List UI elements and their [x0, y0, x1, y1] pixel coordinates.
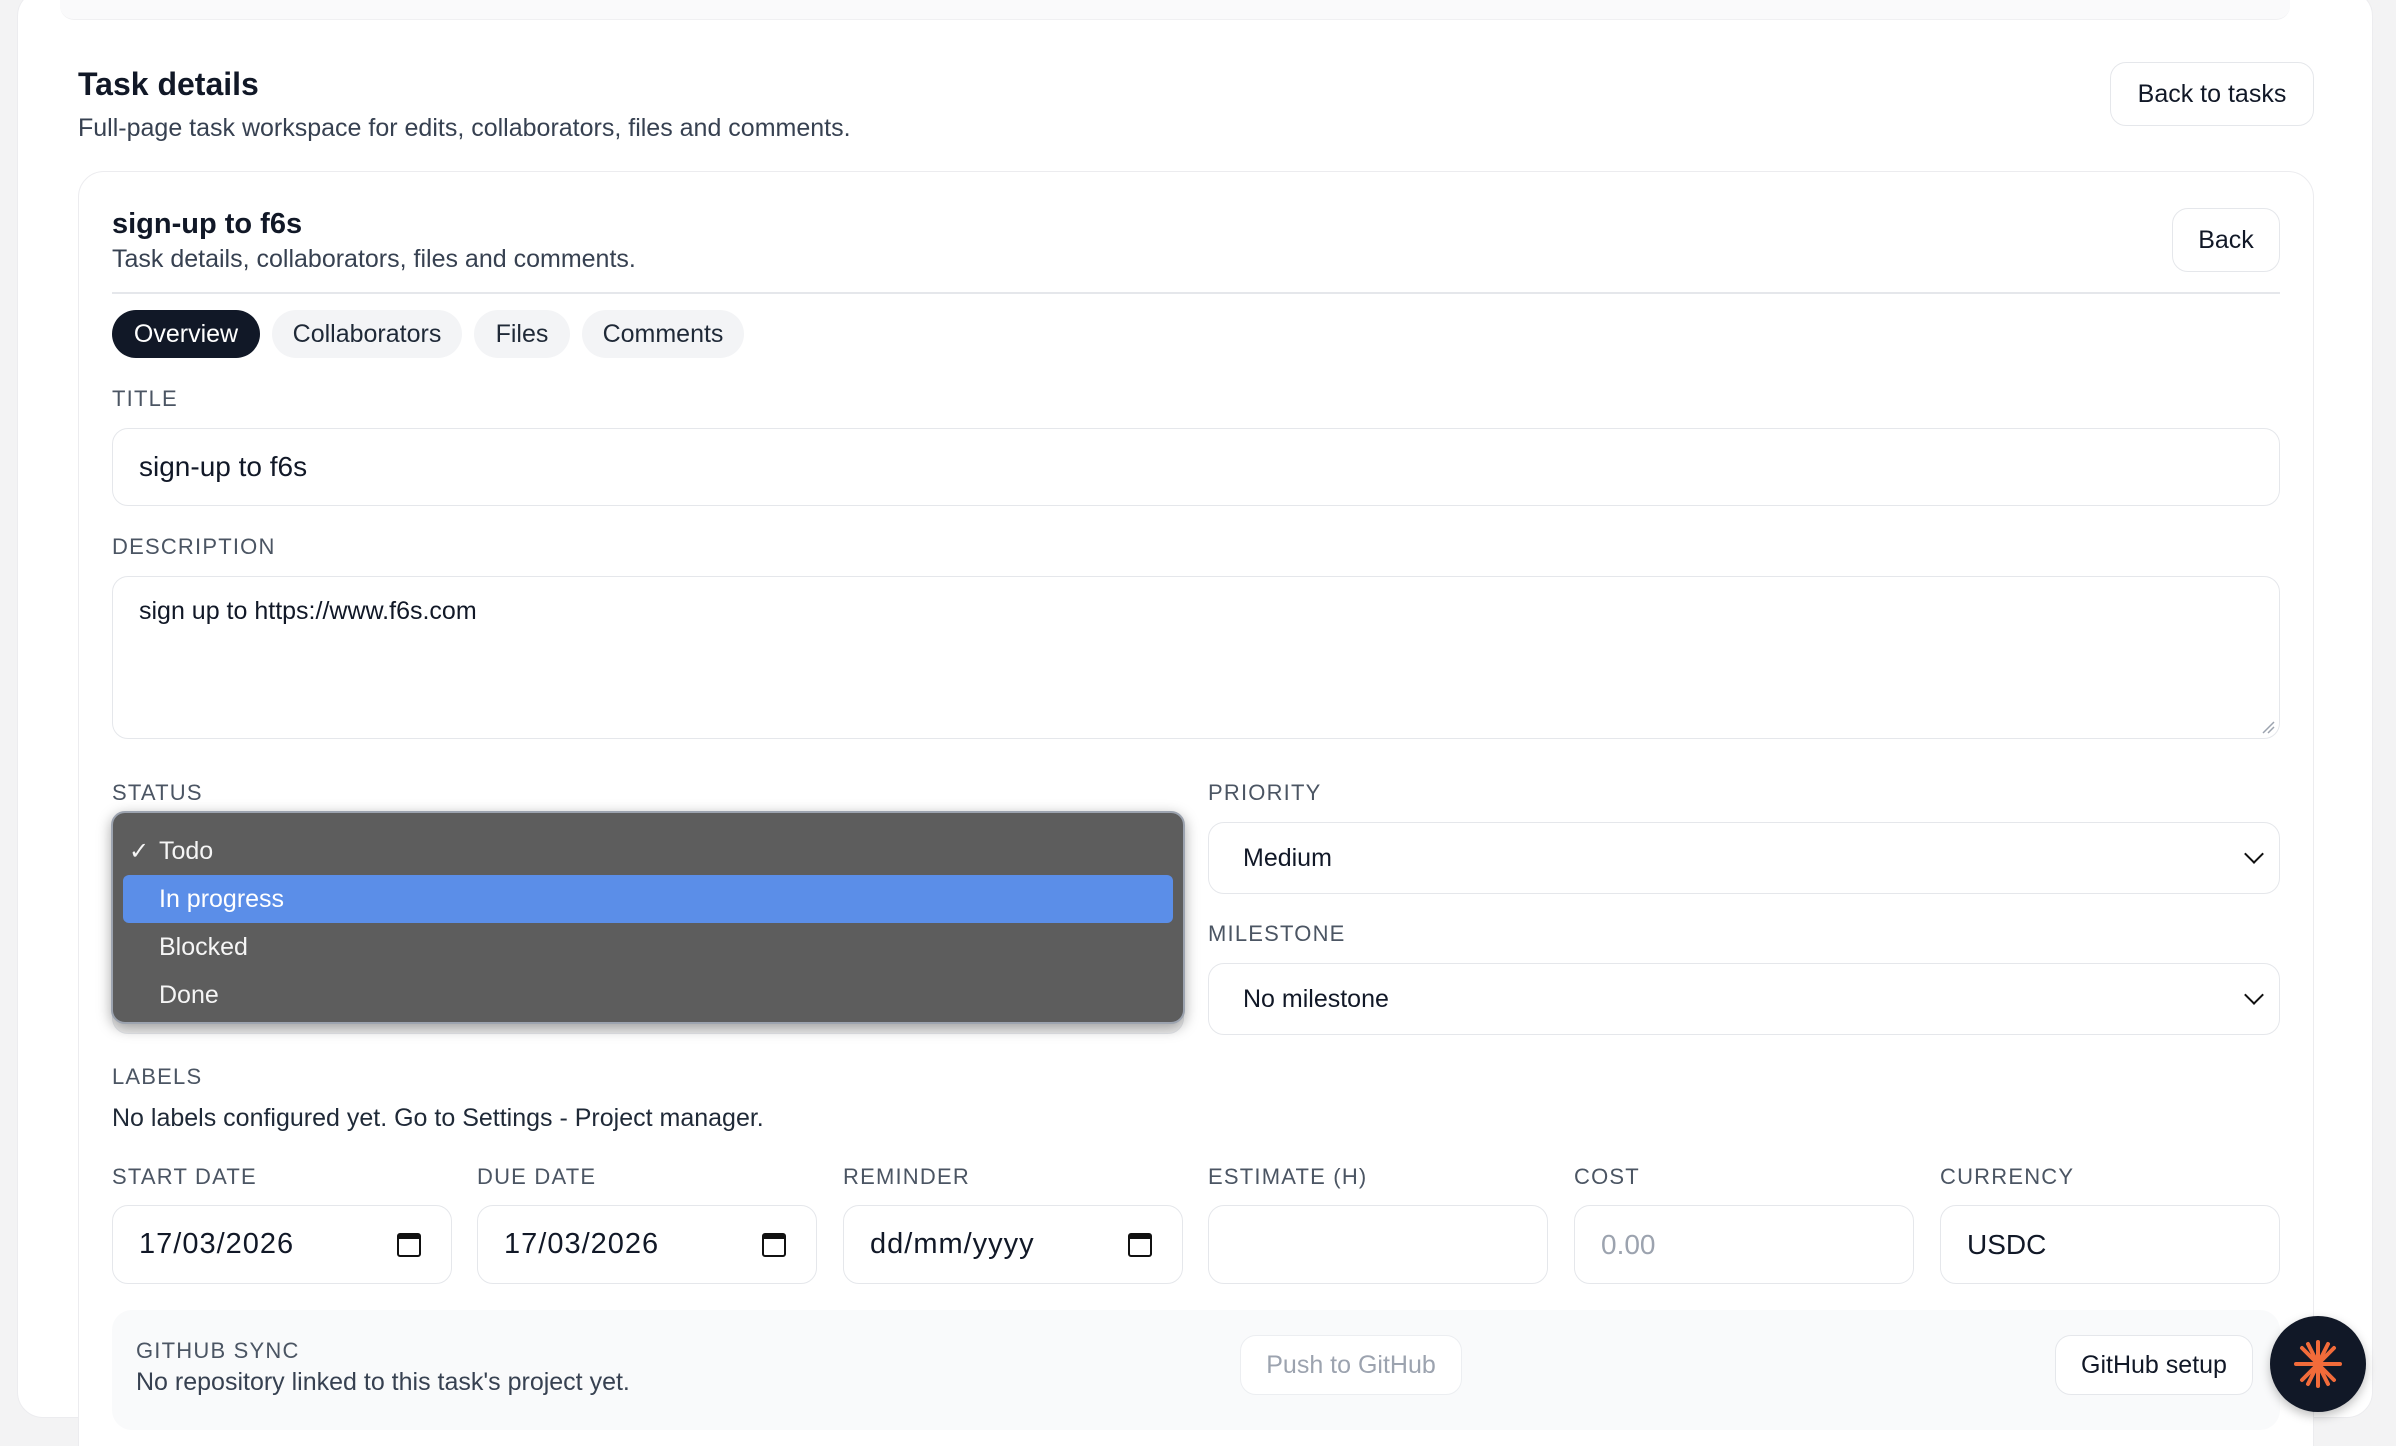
resize-handle-icon[interactable]: [2261, 720, 2275, 734]
tab-collaborators[interactable]: Collaborators: [272, 310, 462, 358]
check-icon: ✓: [129, 837, 150, 865]
reminder-placeholder: dd/mm/yyyy: [870, 1228, 1035, 1260]
status-option-label: Todo: [159, 836, 214, 865]
reminder-input[interactable]: dd/mm/yyyy: [843, 1205, 1183, 1284]
currency-input[interactable]: USDC: [1940, 1205, 2280, 1284]
start-date-input[interactable]: 17/03/2026: [112, 1205, 452, 1284]
chevron-down-icon: [2244, 985, 2264, 1005]
status-option-todo[interactable]: ✓ Todo: [123, 827, 1173, 875]
description-textarea[interactable]: sign up to https://www.f6s.com: [112, 576, 2280, 739]
chevron-down-icon: [2244, 844, 2264, 864]
page-title: Task details: [78, 66, 259, 102]
status-option-label: In progress: [159, 884, 285, 913]
start-date-label: START DATE: [112, 1164, 257, 1189]
github-sync-label: GITHUB SYNC: [136, 1338, 300, 1363]
page-subtitle: Full-page task workspace for edits, coll…: [78, 114, 851, 142]
description-value: sign up to https://www.f6s.com: [139, 597, 477, 625]
cost-input[interactable]: 0.00: [1574, 1205, 1914, 1284]
milestone-value: No milestone: [1243, 984, 1389, 1013]
github-sync-status: No repository linked to this task's proj…: [136, 1368, 630, 1396]
back-to-tasks-button[interactable]: Back to tasks: [2110, 62, 2314, 126]
estimate-input[interactable]: [1208, 1205, 1548, 1284]
priority-select[interactable]: Medium: [1208, 822, 2280, 894]
estimate-label: ESTIMATE (H): [1208, 1164, 1368, 1189]
back-button[interactable]: Back: [2172, 208, 2280, 272]
priority-value: Medium: [1243, 843, 1332, 872]
status-dropdown-menu: ✓ Todo In progress Blocked Done: [111, 811, 1185, 1024]
tab-files[interactable]: Files: [474, 310, 570, 358]
calendar-icon[interactable]: [397, 1232, 421, 1257]
card-divider: [112, 292, 2280, 294]
status-label: STATUS: [112, 780, 203, 805]
due-date-value: 17/03/2026: [504, 1228, 660, 1260]
milestone-label: MILESTONE: [1208, 921, 1346, 946]
due-date-label: DUE DATE: [477, 1164, 597, 1189]
task-card-title: sign-up to f6s: [112, 208, 303, 240]
cost-placeholder: 0.00: [1601, 1228, 1656, 1260]
currency-value: USDC: [1967, 1228, 2047, 1260]
start-date-value: 17/03/2026: [139, 1228, 295, 1260]
asterisk-logo-icon: [2294, 1340, 2342, 1388]
cost-label: COST: [1574, 1164, 1640, 1189]
status-option-in-progress[interactable]: In progress: [123, 875, 1173, 923]
status-option-label: Blocked: [159, 932, 248, 961]
status-option-blocked[interactable]: Blocked: [123, 923, 1173, 971]
status-option-done[interactable]: Done: [123, 971, 1173, 1019]
title-input[interactable]: sign-up to f6s: [112, 428, 2280, 506]
task-card-subtitle: Task details, collaborators, files and c…: [112, 245, 636, 273]
labels-empty-text: No labels configured yet. Go to Settings…: [112, 1104, 764, 1132]
assistant-fab-button[interactable]: [2270, 1316, 2366, 1412]
calendar-icon[interactable]: [1128, 1232, 1152, 1257]
status-option-label: Done: [159, 980, 219, 1009]
github-setup-button[interactable]: GitHub setup: [2055, 1335, 2253, 1395]
title-input-value: sign-up to f6s: [139, 451, 308, 482]
push-to-github-button[interactable]: Push to GitHub: [1240, 1335, 1462, 1395]
milestone-select[interactable]: No milestone: [1208, 963, 2280, 1035]
tab-comments[interactable]: Comments: [582, 310, 744, 358]
tab-overview[interactable]: Overview: [112, 310, 260, 358]
description-label: DESCRIPTION: [112, 534, 276, 559]
title-label: TITLE: [112, 386, 178, 411]
reminder-label: REMINDER: [843, 1164, 970, 1189]
top-strip: [60, 0, 2290, 20]
priority-label: PRIORITY: [1208, 780, 1322, 805]
due-date-input[interactable]: 17/03/2026: [477, 1205, 817, 1284]
currency-label: CURRENCY: [1940, 1164, 2075, 1189]
calendar-icon[interactable]: [762, 1232, 786, 1257]
labels-label: LABELS: [112, 1064, 203, 1089]
